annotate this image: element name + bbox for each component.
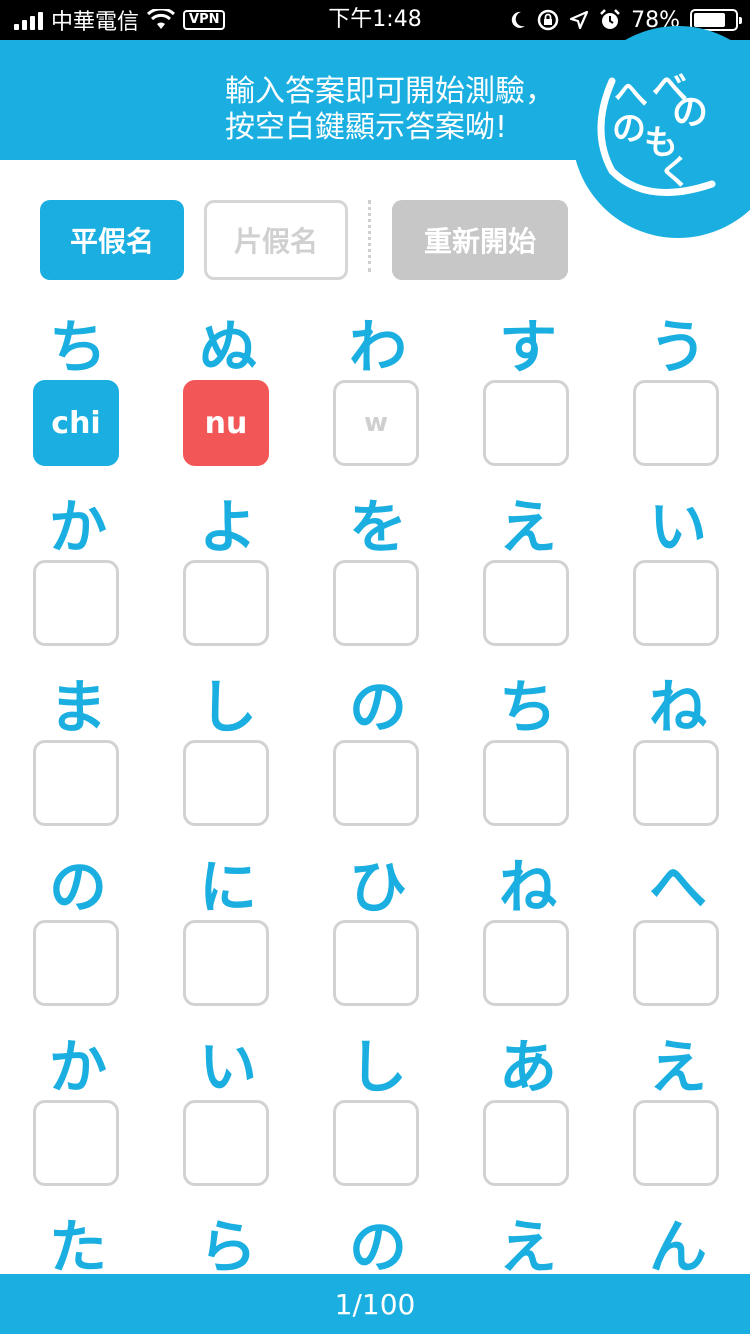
instructions: 輸入答案即可開始測驗， 按空白鍵顯示答案呦! bbox=[225, 74, 555, 146]
answer-input[interactable] bbox=[633, 740, 719, 826]
answer-input[interactable] bbox=[333, 1100, 419, 1186]
answer-input[interactable]: chi bbox=[33, 380, 119, 466]
kana-character: し bbox=[348, 1033, 407, 1101]
kana-character: え bbox=[498, 493, 557, 561]
instruction-line-2: 按空白鍵顯示答案呦! bbox=[225, 110, 508, 145]
kana-character: う bbox=[648, 313, 707, 381]
vpn-badge: VPN bbox=[183, 10, 226, 30]
answer-input[interactable] bbox=[33, 740, 119, 826]
kana-character: ら bbox=[198, 1213, 257, 1281]
button-divider bbox=[368, 200, 371, 272]
moon-icon bbox=[511, 11, 526, 28]
rotation-lock-icon bbox=[537, 9, 559, 31]
answer-input[interactable]: nu bbox=[183, 380, 269, 466]
hiragana-button[interactable]: 平假名 bbox=[40, 200, 184, 280]
kana-character: い bbox=[198, 1033, 257, 1101]
kana-character: ね bbox=[648, 673, 707, 741]
answer-input[interactable] bbox=[483, 740, 569, 826]
kana-character: よ bbox=[198, 493, 257, 561]
progress-counter: 1/100 bbox=[334, 1287, 416, 1321]
kana-character: へ bbox=[648, 853, 707, 921]
kana-character: あ bbox=[498, 1033, 557, 1101]
answer-input[interactable] bbox=[333, 920, 419, 1006]
kana-character: ち bbox=[498, 673, 557, 741]
kana-character: を bbox=[348, 493, 407, 561]
status-left: 中華電信 VPN bbox=[14, 0, 226, 40]
kana-character: か bbox=[48, 1033, 107, 1101]
kana-character: わ bbox=[348, 313, 407, 381]
kana-character: の bbox=[48, 853, 107, 921]
answer-input[interactable] bbox=[183, 560, 269, 646]
answer-input[interactable] bbox=[633, 560, 719, 646]
kana-character: に bbox=[198, 853, 257, 921]
kana-character: ん bbox=[648, 1213, 707, 1281]
answer-input[interactable] bbox=[33, 1100, 119, 1186]
kana-character: ま bbox=[48, 673, 107, 741]
wifi-icon bbox=[147, 9, 176, 29]
logo-icon: へ の べ の も く bbox=[597, 68, 716, 196]
kana-character: ち bbox=[48, 313, 107, 381]
answer-input[interactable] bbox=[33, 920, 119, 1006]
svg-text:の: の bbox=[612, 109, 646, 149]
kana-character: す bbox=[498, 313, 557, 381]
answer-input[interactable] bbox=[633, 920, 719, 1006]
instruction-line-1: 輸入答案即可開始測驗， bbox=[225, 74, 555, 109]
svg-text:く: く bbox=[658, 153, 692, 193]
kana-character: か bbox=[48, 493, 107, 561]
kana-character: え bbox=[498, 1213, 557, 1281]
carrier-name: 中華電信 bbox=[51, 10, 140, 35]
answer-input[interactable] bbox=[333, 560, 419, 646]
kana-character: ね bbox=[498, 853, 557, 921]
answer-input[interactable] bbox=[183, 740, 269, 826]
kana-character: ぬ bbox=[198, 313, 257, 381]
battery-level bbox=[694, 13, 726, 27]
answer-input[interactable] bbox=[483, 380, 569, 466]
signal-icon bbox=[14, 10, 43, 30]
answer-input[interactable] bbox=[333, 740, 419, 826]
answer-input[interactable] bbox=[183, 920, 269, 1006]
restart-button[interactable]: 重新開始 bbox=[392, 200, 568, 280]
kana-character: の bbox=[348, 673, 407, 741]
answer-input[interactable] bbox=[483, 560, 569, 646]
kana-character: し bbox=[198, 673, 257, 741]
kana-character: ひ bbox=[348, 853, 407, 921]
answer-input[interactable] bbox=[633, 1100, 719, 1186]
progress-bar-footer: 1/100 bbox=[0, 1274, 750, 1334]
answer-input[interactable] bbox=[183, 1100, 269, 1186]
answer-input[interactable] bbox=[483, 920, 569, 1006]
kana-character: い bbox=[648, 493, 707, 561]
answer-input[interactable]: w bbox=[333, 380, 419, 466]
kana-character: の bbox=[348, 1213, 407, 1281]
kana-character: え bbox=[648, 1033, 707, 1101]
katakana-button[interactable]: 片假名 bbox=[204, 200, 348, 280]
kana-character: た bbox=[48, 1213, 107, 1281]
answer-input[interactable] bbox=[633, 380, 719, 466]
answer-input[interactable] bbox=[483, 1100, 569, 1186]
answer-input[interactable] bbox=[33, 560, 119, 646]
